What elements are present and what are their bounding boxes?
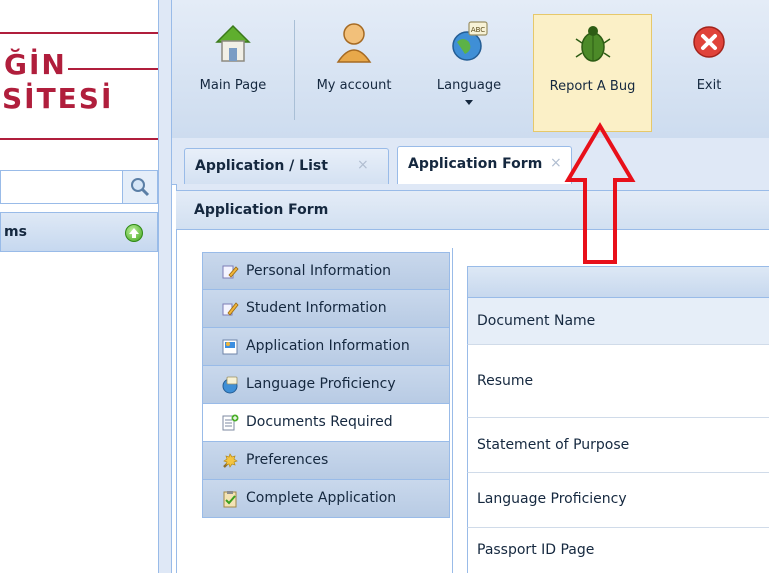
column-header-document-name[interactable]: Document Name [467,298,769,344]
my-account-label: My account [316,78,392,93]
language-icon [222,376,238,394]
main-page-label: Main Page [199,78,267,93]
documents-table-toolbar [467,266,769,298]
table-row[interactable]: Resume [467,344,769,417]
table-row[interactable]: Passport ID Page [467,527,769,573]
student-info-icon [222,302,239,316]
search-input[interactable] [0,170,122,204]
language-button[interactable]: ABC Language [424,14,514,132]
toolbar: Main Page My account ABC Language Report… [172,0,769,139]
my-account-button[interactable]: My account [304,14,404,132]
tab-application-form[interactable]: Application Form × [397,146,572,185]
nav-label: Preferences [246,452,329,468]
nav-item-preferences[interactable]: Preferences [202,442,450,480]
nav-item-language-proficiency[interactable]: Language Proficiency [202,366,450,404]
chevron-down-icon [465,100,473,105]
application-info-icon [222,339,238,355]
globe-icon: ABC [452,21,488,61]
close-icon[interactable]: × [357,157,369,173]
menu-group-label: ms [4,224,27,240]
nav-label: Documents Required [246,414,393,430]
nav-label: Application Information [246,338,410,354]
bug-icon [575,26,610,62]
nav-label: Language Proficiency [246,376,396,392]
logo-text-line2: SİTESİ [2,82,114,115]
report-bug-button[interactable]: Report A Bug [533,14,652,132]
university-logo: ĞİN SİTESİ [0,20,158,150]
form-panel-header: Application Form [176,190,769,230]
search-button[interactable] [122,170,158,204]
svg-text:ABC: ABC [471,26,485,34]
exit-button[interactable]: Exit [664,14,754,132]
home-icon [215,24,251,62]
form-panel-title: Application Form [194,202,329,218]
tab-application-form-label: Application Form [408,156,543,172]
table-row[interactable]: Language Proficiency [467,472,769,527]
tab-strip: Application / List × Application Form × [172,138,769,185]
document-name-cell: Passport ID Page [477,542,595,558]
nav-label: Personal Information [246,263,392,279]
preferences-icon [223,453,238,468]
nav-label: Student Information [246,300,387,316]
annotation-arrow-up-icon [564,122,636,264]
main-page-button[interactable]: Main Page [188,14,278,132]
user-icon [336,23,372,63]
column-header-label: Document Name [477,313,596,329]
documents-icon [222,414,239,431]
nav-item-documents-required[interactable]: Documents Required [202,404,450,442]
menu-group-header[interactable]: ms [0,212,158,252]
nav-label: Complete Application [246,490,397,506]
exit-label: Exit [696,78,722,93]
form-section-nav: Personal Information Student Information… [202,252,450,524]
report-bug-label: Report A Bug [549,79,636,94]
document-name-cell: Resume [477,373,534,389]
tab-application-list[interactable]: Application / List × [184,148,389,184]
table-row[interactable]: Statement of Purpose [467,417,769,472]
nav-item-personal-information[interactable]: Personal Information [202,252,450,290]
exit-icon [693,26,725,58]
language-label: Language [436,78,502,93]
tab-application-list-label: Application / List [195,158,328,174]
left-panel: ĞİN SİTESİ ms [0,0,158,573]
complete-icon [223,491,237,508]
panel-splitter[interactable] [158,0,172,573]
nav-item-student-information[interactable]: Student Information [202,290,450,328]
collapse-up-icon[interactable] [125,224,143,242]
document-name-cell: Statement of Purpose [477,437,630,453]
nav-item-complete-application[interactable]: Complete Application [202,480,450,518]
document-name-cell: Language Proficiency [477,491,627,507]
personal-info-icon [222,265,239,279]
search-icon [131,178,150,197]
nav-item-application-information[interactable]: Application Information [202,328,450,366]
logo-text-line1: ĞİN [4,48,67,81]
